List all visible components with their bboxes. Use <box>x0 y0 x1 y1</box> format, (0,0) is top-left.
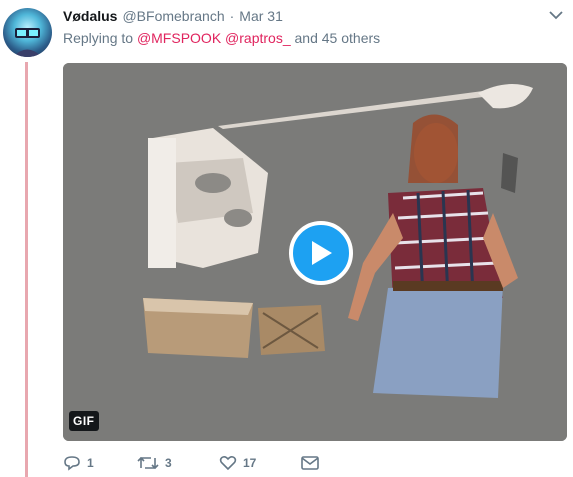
like-button[interactable]: 17 <box>219 455 301 471</box>
retweet-count: 3 <box>165 456 172 470</box>
play-button[interactable] <box>289 221 353 285</box>
direct-message-button[interactable] <box>301 456 319 470</box>
gif-badge: GIF <box>69 411 99 431</box>
separator-dot: · <box>229 8 235 24</box>
avatar[interactable] <box>3 8 52 57</box>
tweet-actions: 1 3 17 <box>63 452 319 474</box>
tweet-timestamp[interactable]: Mar 31 <box>239 8 283 24</box>
avatar-image <box>13 28 42 57</box>
reply-icon <box>64 456 80 471</box>
replying-to-label: Replying to <box>63 30 134 46</box>
like-count: 17 <box>243 456 257 470</box>
replying-to: Replying to @MFSPOOK @raptros_ and 45 ot… <box>63 30 380 46</box>
author-name[interactable]: Vødalus <box>63 8 117 24</box>
gif-media[interactable]: GIF <box>63 63 567 441</box>
play-icon <box>312 241 332 265</box>
thread-line <box>25 62 28 477</box>
tweet-header: Vødalus @BFomebranch · Mar 31 <box>63 6 573 26</box>
envelope-icon <box>301 456 319 470</box>
retweet-button[interactable]: 3 <box>137 455 219 471</box>
others-link[interactable]: and 45 others <box>295 30 381 46</box>
mention-link[interactable]: @raptros_ <box>225 30 291 46</box>
author-handle[interactable]: @BFomebranch <box>122 8 224 24</box>
heart-icon <box>219 455 237 471</box>
mention-link[interactable]: @MFSPOOK <box>137 30 221 46</box>
retweet-icon <box>137 456 159 470</box>
reply-button[interactable]: 1 <box>63 455 137 471</box>
chevron-down-icon[interactable] <box>549 8 563 22</box>
reply-count: 1 <box>87 456 94 470</box>
